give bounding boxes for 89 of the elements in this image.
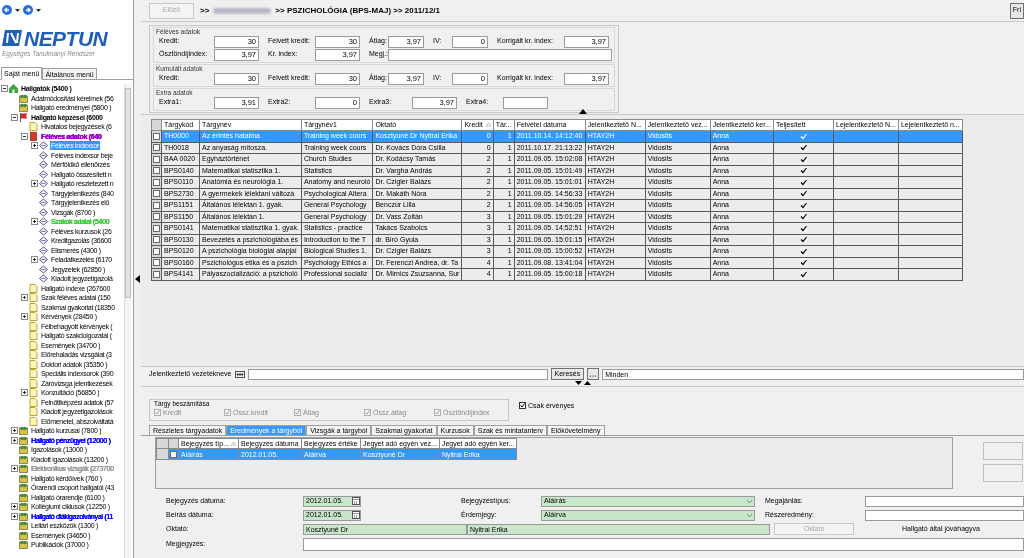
collapse-up-icon[interactable] xyxy=(583,381,591,385)
folder-icon xyxy=(19,426,28,436)
folder-icon xyxy=(19,521,28,531)
notes-field[interactable] xyxy=(303,537,1024,551)
checkbox[interactable] xyxy=(153,132,160,140)
collapse-arrow-icon[interactable] xyxy=(135,275,140,283)
calendar-icon xyxy=(352,497,360,505)
folder-icon xyxy=(19,530,28,540)
page-icon xyxy=(29,122,38,132)
expand-toggle-icon[interactable] xyxy=(11,427,18,435)
check-icon xyxy=(520,403,525,409)
expand-toggle-icon[interactable] xyxy=(11,465,18,473)
logo-text: NEPTUN xyxy=(24,27,108,49)
checkbox[interactable] xyxy=(153,201,160,209)
back-icon[interactable] xyxy=(2,5,12,15)
expand-toggle-icon[interactable] xyxy=(11,436,18,444)
check-icon xyxy=(225,410,230,416)
folder-icon xyxy=(19,540,28,550)
form-icon xyxy=(39,245,48,255)
checkbox[interactable] xyxy=(153,213,160,221)
expand-toggle-icon[interactable] xyxy=(31,180,38,188)
folder-icon xyxy=(19,464,28,474)
check-icon xyxy=(155,410,160,416)
form-icon xyxy=(39,274,48,284)
checkbox[interactable] xyxy=(153,178,160,186)
form-icon xyxy=(39,150,48,160)
folder-icon xyxy=(19,473,28,483)
form-icon xyxy=(39,255,48,265)
house-icon xyxy=(9,84,18,94)
expand-toggle-icon[interactable] xyxy=(31,218,38,226)
expand-toggle-icon[interactable] xyxy=(31,256,38,264)
folder-icon xyxy=(19,511,28,521)
folder-icon xyxy=(19,492,28,502)
dropdown-caret-icon[interactable] xyxy=(36,8,41,12)
form-icon xyxy=(39,179,48,189)
folder-icon xyxy=(19,445,28,455)
checkbox[interactable] xyxy=(170,450,177,458)
breadcrumb-separator: >> xyxy=(200,4,210,17)
forward-icon[interactable] xyxy=(23,5,33,15)
expand-toggle-icon[interactable] xyxy=(11,503,18,511)
calendar-icon xyxy=(352,511,360,519)
checkbox[interactable] xyxy=(153,190,160,198)
check-icon xyxy=(435,410,440,416)
expand-toggle-icon[interactable] xyxy=(11,512,18,520)
notes-field[interactable] xyxy=(388,48,612,61)
folder-icon xyxy=(19,483,28,493)
checkbox[interactable] xyxy=(153,236,160,244)
form-icon xyxy=(39,207,48,217)
more-icon[interactable] xyxy=(234,370,245,378)
expand-toggle-icon[interactable] xyxy=(21,389,28,397)
folder-icon xyxy=(19,454,28,464)
expand-toggle-icon[interactable] xyxy=(21,294,28,302)
text-field[interactable] xyxy=(865,509,1024,521)
redacted-name xyxy=(213,7,272,14)
form-icon xyxy=(39,226,48,236)
checkbox[interactable] xyxy=(153,155,160,163)
checkbox[interactable] xyxy=(153,224,160,232)
flag-icon xyxy=(19,112,28,122)
form-icon xyxy=(39,217,48,227)
scrollbar[interactable] xyxy=(124,84,131,558)
checkbox[interactable] xyxy=(153,247,160,255)
checkbox[interactable] xyxy=(153,167,160,175)
form-icon xyxy=(39,169,48,179)
folder-icon xyxy=(19,93,28,103)
breadcrumb: >> PSZICHOLÓGIA (BPS-MAJ) >> 2011/12/1 xyxy=(275,4,440,17)
checkbox[interactable] xyxy=(153,270,160,278)
checkbox[interactable] xyxy=(153,259,160,267)
check-icon xyxy=(365,410,370,416)
book-icon xyxy=(29,131,38,141)
folder-icon xyxy=(19,502,28,512)
expand-toggle-icon[interactable] xyxy=(31,142,38,150)
form-icon xyxy=(39,264,48,274)
expand-toggle-icon[interactable] xyxy=(21,313,28,321)
expand-toggle-icon[interactable] xyxy=(21,132,28,140)
folder-icon xyxy=(19,103,28,113)
form-icon xyxy=(39,188,48,198)
dropdown-caret-icon[interactable] xyxy=(15,8,20,12)
expand-toggle-icon[interactable] xyxy=(11,113,18,121)
text-field[interactable] xyxy=(503,96,548,109)
text-field[interactable] xyxy=(865,495,1024,507)
form-icon xyxy=(39,160,48,170)
form-icon xyxy=(39,236,48,246)
search-field[interactable] xyxy=(247,368,548,380)
form-icon xyxy=(39,141,48,151)
form-icon xyxy=(39,198,48,208)
checkbox[interactable] xyxy=(153,144,160,152)
expand-toggle-icon[interactable] xyxy=(1,85,8,93)
folder-icon xyxy=(19,435,28,445)
check-icon xyxy=(295,410,300,416)
